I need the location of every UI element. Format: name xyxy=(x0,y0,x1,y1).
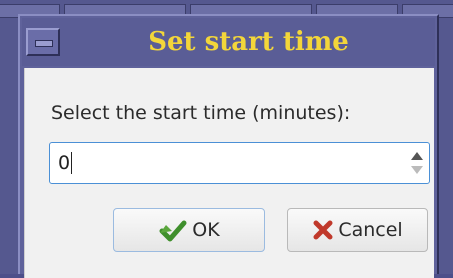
prompt-label: Select the start time (minutes): xyxy=(51,102,351,124)
window-menu-button[interactable] xyxy=(26,28,60,56)
red-x-icon xyxy=(313,220,333,240)
dialog-body: Select the start time (minutes): 0 OK Ca… xyxy=(24,68,434,278)
dialog-window: Set start time Select the start time (mi… xyxy=(18,14,439,278)
ok-button-label: OK xyxy=(192,219,220,241)
cancel-button-label: Cancel xyxy=(338,219,403,241)
desktop-left-strip xyxy=(0,18,18,274)
text-caret xyxy=(71,152,72,174)
chevron-down-icon[interactable] xyxy=(411,166,423,174)
green-check-arrow-icon xyxy=(159,220,187,242)
spin-arrows xyxy=(405,143,429,183)
window-menu-icon xyxy=(35,40,53,47)
chevron-up-icon[interactable] xyxy=(411,152,423,160)
title-bar[interactable]: Set start time xyxy=(22,18,435,66)
start-time-spinbox[interactable]: 0 xyxy=(49,142,430,184)
start-time-value[interactable]: 0 xyxy=(58,143,70,183)
ok-button[interactable]: OK xyxy=(113,208,265,252)
desktop-right-strip xyxy=(439,18,453,274)
cancel-button[interactable]: Cancel xyxy=(287,208,428,252)
dialog-title: Set start time xyxy=(148,27,349,57)
